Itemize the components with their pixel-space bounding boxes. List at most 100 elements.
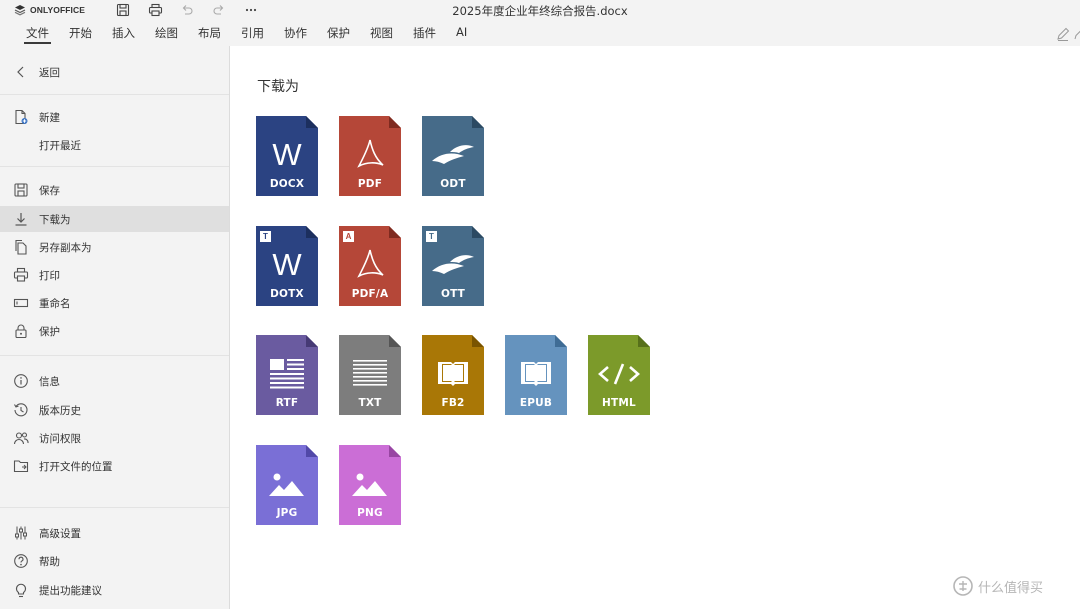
top-bar: ONLYOFFICE 2025年度企业年终综合报告.docx 文件 开始 插入 …	[0, 0, 1080, 46]
format-label: HTML	[602, 397, 636, 409]
sidebar-item-rename[interactable]: 重命名	[0, 290, 229, 316]
chevron-left-icon	[17, 66, 24, 78]
sidebar-item-access-rights[interactable]: 访问权限	[0, 425, 229, 451]
format-pdf-button[interactable]: PDF	[339, 116, 401, 196]
file-menu-sidebar: 返回 新建 打开最近 保存 下载为 另存副本为 打印 重命名 保护 信息 版本历…	[0, 46, 230, 609]
sidebar-item-print[interactable]: 打印	[0, 262, 229, 288]
divider	[0, 166, 229, 167]
sidebar-item-help[interactable]: 帮助	[0, 548, 229, 574]
watermark-text: 什么值得买	[978, 580, 1044, 596]
sidebar-item-label: 帮助	[39, 556, 60, 568]
format-png-button[interactable]: PNG	[339, 445, 401, 525]
svg-text:W: W	[272, 137, 302, 172]
rename-icon	[13, 298, 29, 308]
edit-mode-button[interactable]	[1055, 26, 1071, 42]
format-label: PNG	[357, 507, 383, 519]
format-txt-button[interactable]: TXT	[339, 335, 401, 415]
format-odt-button[interactable]: ODT	[422, 116, 484, 196]
sidebar-item-label: 返回	[39, 67, 60, 79]
onlyoffice-logo-icon	[14, 5, 26, 16]
floppy-icon	[14, 183, 28, 197]
format-pdfa-button[interactable]: A PDF/A	[339, 226, 401, 306]
undo-button[interactable]	[176, 1, 198, 19]
sidebar-item-advanced-settings[interactable]: 高级设置	[0, 520, 229, 546]
lock-icon	[15, 324, 27, 339]
tab-file[interactable]: 文件	[16, 22, 59, 44]
format-label: RTF	[275, 397, 299, 409]
tab-ai[interactable]: AI	[446, 22, 477, 44]
format-html-button[interactable]: HTML	[588, 335, 650, 415]
sidebar-item-suggest-feature[interactable]: 提出功能建议	[0, 577, 229, 603]
sidebar-item-protect[interactable]: 保护	[0, 318, 229, 344]
format-label: PDF/A	[351, 288, 389, 300]
print-quick-button[interactable]	[144, 1, 166, 19]
sidebar-item-open-recent[interactable]: 打开最近	[0, 132, 229, 158]
format-jpg-button[interactable]: JPG	[256, 445, 318, 525]
sidebar-item-info[interactable]: 信息	[0, 368, 229, 394]
sidebar-item-label: 访问权限	[39, 433, 81, 445]
ellipsis-icon	[245, 8, 257, 12]
format-rtf-button[interactable]: RTF	[256, 335, 318, 415]
sidebar-item-label: 下载为	[39, 214, 71, 226]
undo-icon	[182, 5, 193, 15]
sidebar-item-label: 版本历史	[39, 405, 81, 417]
users-icon	[13, 432, 29, 445]
folder-icon	[13, 460, 29, 473]
sidebar-item-label: 保存	[39, 185, 60, 197]
tab-protection[interactable]: 保护	[317, 22, 360, 44]
watermark: 什么值得买	[952, 575, 1043, 597]
tab-references[interactable]: 引用	[231, 22, 274, 44]
tab-view[interactable]: 视图	[360, 22, 403, 44]
sidebar-item-label: 打开文件的位置	[39, 461, 113, 473]
tab-collaboration[interactable]: 协作	[274, 22, 317, 44]
lightbulb-icon	[16, 583, 26, 598]
pencil-icon	[1057, 27, 1070, 41]
sliders-icon	[15, 526, 27, 540]
sidebar-item-back[interactable]: 返回	[0, 59, 229, 85]
save-quick-button[interactable]	[112, 1, 134, 19]
format-label: ODT	[440, 178, 466, 190]
svg-text:W: W	[272, 247, 302, 282]
sidebar-item-label: 打开最近	[39, 140, 81, 152]
new-document-icon	[15, 109, 28, 125]
sidebar-item-open-file-location[interactable]: 打开文件的位置	[0, 453, 229, 479]
tab-home[interactable]: 开始	[59, 22, 102, 44]
divider	[0, 507, 229, 508]
format-docx-button[interactable]: W DOCX	[256, 116, 318, 196]
sidebar-item-label: 另存副本为	[39, 242, 92, 254]
sidebar-item-download-as[interactable]: 下载为	[0, 206, 229, 232]
sidebar-item-new[interactable]: 新建	[0, 104, 229, 130]
format-dotx-button[interactable]: W T DOTX	[256, 226, 318, 306]
format-label: PDF	[357, 178, 383, 190]
format-label: DOCX	[269, 178, 305, 190]
sidebar-item-save[interactable]: 保存	[0, 177, 229, 203]
format-ott-button[interactable]: T OTT	[422, 226, 484, 306]
tab-draw[interactable]: 绘图	[145, 22, 188, 44]
tab-plugins[interactable]: 插件	[403, 22, 446, 44]
sidebar-item-label: 重命名	[39, 298, 71, 310]
floppy-icon	[116, 3, 130, 17]
brand-name: ONLYOFFICE	[30, 5, 85, 15]
divider	[0, 94, 229, 95]
sidebar-item-version-history[interactable]: 版本历史	[0, 397, 229, 423]
printer-icon	[148, 3, 162, 17]
download-icon	[15, 213, 27, 226]
sidebar-item-save-copy-as[interactable]: 另存副本为	[0, 234, 229, 260]
redo-button[interactable]	[208, 1, 230, 19]
format-epub-button[interactable]: EPUB	[505, 335, 567, 415]
format-label: TXT	[358, 397, 382, 409]
question-icon	[14, 554, 28, 568]
archive-badge-label: A	[345, 232, 352, 241]
template-badge-label: T	[429, 232, 434, 241]
sidebar-item-label: 提出功能建议	[39, 585, 102, 597]
tab-insert[interactable]: 插入	[102, 22, 145, 44]
sidebar-item-label: 高级设置	[39, 528, 81, 540]
more-quick-actions-button[interactable]	[240, 1, 262, 19]
tab-layout[interactable]: 布局	[188, 22, 231, 44]
more-options-button[interactable]	[1073, 26, 1080, 42]
format-fb2-button[interactable]: FB2	[422, 335, 484, 415]
history-icon	[14, 403, 28, 417]
format-label: OTT	[440, 288, 466, 300]
divider	[0, 355, 229, 356]
format-label: DOTX	[270, 288, 304, 300]
